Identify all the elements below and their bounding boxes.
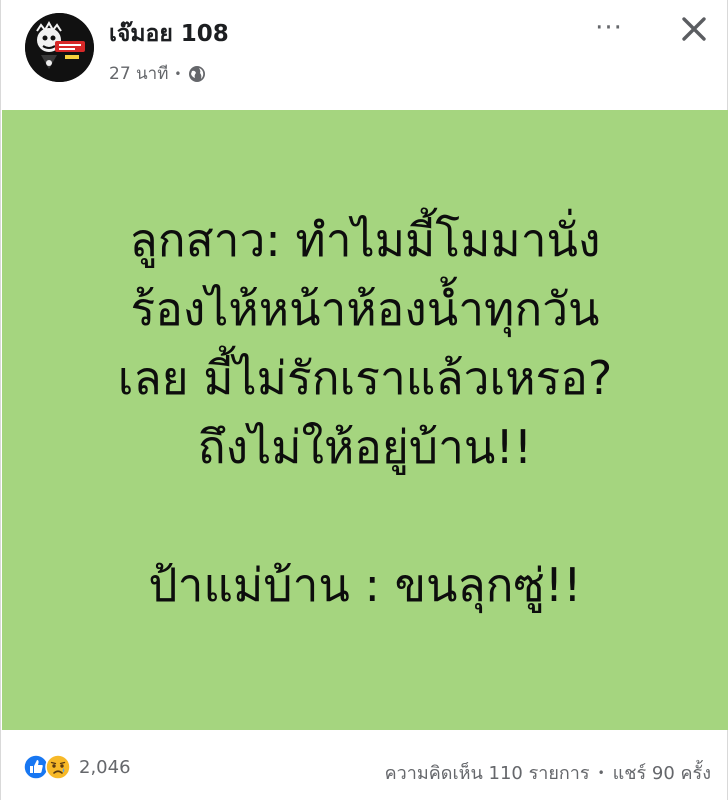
- close-icon: [682, 17, 706, 41]
- avatar-image: [25, 13, 94, 82]
- globe-icon[interactable]: [188, 65, 206, 83]
- post-text-line: ป้าแม่บ้าน : ขนลุกซู่!!: [148, 558, 582, 612]
- post-text-line: เลย มี้ไม่รักเราแล้วเหรอ?: [117, 351, 613, 405]
- post-meta: 27 นาที •: [109, 60, 206, 87]
- reactions-summary[interactable]: 2,046: [23, 754, 131, 780]
- more-options-button[interactable]: ···: [586, 10, 632, 46]
- post-footer: 2,046 ความคิดเห็น 110 รายการ • แชร์ 90 ค…: [1, 740, 728, 800]
- sad-icon: [45, 754, 71, 780]
- more-horizontal-icon: ···: [595, 13, 623, 43]
- comments-count-link[interactable]: ความคิดเห็น 110 รายการ: [385, 758, 590, 787]
- meta-separator: •: [174, 66, 182, 81]
- shares-count-link[interactable]: แชร์ 90 ครั้ง: [613, 758, 711, 787]
- post-text-line: ถึงไม่ให้อยู่บ้าน!!: [197, 420, 533, 474]
- close-button[interactable]: [673, 8, 715, 50]
- post-text-spacer: [2, 482, 728, 551]
- engagement-stats: ความคิดเห็น 110 รายการ • แชร์ 90 ครั้ง: [385, 758, 711, 787]
- post-text-line: ร้องไห้หน้าห้องน้ำทุกวัน: [130, 282, 600, 336]
- post-text: ลูกสาว: ทำไมมี้โมมานั่ง ร้องไห้หน้าห้องน…: [2, 206, 728, 620]
- post-header: เจ๊มอย 108 27 นาที • ···: [1, 0, 728, 110]
- post-content-background[interactable]: ลูกสาว: ทำไมมี้โมมานั่ง ร้องไห้หน้าห้องน…: [2, 110, 728, 730]
- author-avatar[interactable]: [25, 13, 94, 82]
- reaction-count: 2,046: [79, 756, 131, 778]
- stats-separator: •: [597, 765, 605, 780]
- post-text-line: ลูกสาว: ทำไมมี้โมมานั่ง: [129, 213, 601, 267]
- author-name[interactable]: เจ๊มอย 108: [109, 16, 229, 52]
- post-time[interactable]: 27 นาที: [109, 60, 168, 87]
- facebook-post: เจ๊มอย 108 27 นาที • ··· ลูกสาว: ทำไมมี้…: [0, 0, 728, 800]
